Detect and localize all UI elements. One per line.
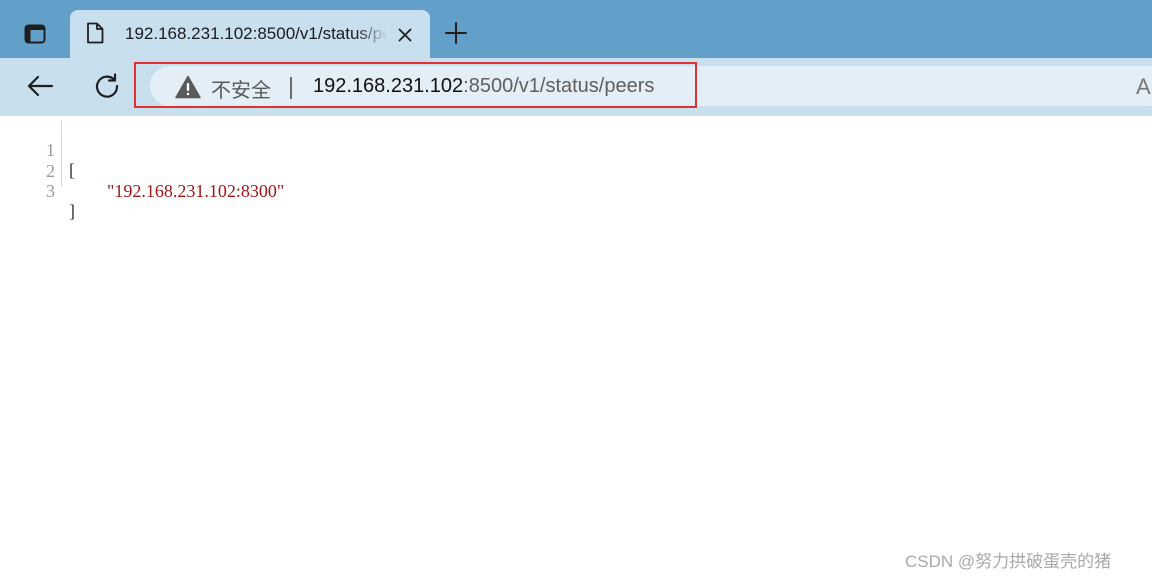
tab-active[interactable]: 192.168.231.102:8500/v1/status/peers — [70, 10, 430, 58]
read-aloud-button[interactable]: A — [1136, 74, 1151, 100]
tab-close-button[interactable] — [393, 23, 417, 47]
tab-title: 192.168.231.102:8500/v1/status/peers — [125, 24, 387, 43]
page-content: 1 [ 2 "192.168.231.102:8300" 3 ] — [0, 116, 1152, 578]
plus-icon — [445, 22, 467, 44]
close-icon — [398, 28, 412, 42]
tab-actions-button[interactable] — [14, 18, 56, 50]
browser-window: 192.168.231.102:8500/v1/status/peers 不安全… — [0, 0, 1152, 578]
new-tab-button[interactable] — [441, 18, 471, 48]
source-line: 1 [ — [0, 120, 1152, 180]
line-number: 3 — [46, 181, 55, 201]
watermark: CSDN @努力拱破蛋壳的猪 — [905, 552, 1112, 571]
annotation-highlight-box — [134, 62, 697, 108]
code-string: "192.168.231.102:8300" — [107, 181, 285, 201]
reload-button[interactable] — [89, 68, 125, 104]
page-icon — [86, 22, 104, 49]
back-button[interactable] — [22, 68, 58, 104]
source-line: 3 ] — [0, 161, 1152, 221]
refresh-icon — [95, 73, 119, 98]
tab-strip: 192.168.231.102:8500/v1/status/peers — [0, 0, 1152, 58]
tab-actions-icon — [24, 24, 46, 44]
source-line: 2 "192.168.231.102:8300" — [0, 141, 1152, 201]
arrow-left-icon — [27, 75, 54, 97]
code-text: ] — [69, 201, 75, 221]
